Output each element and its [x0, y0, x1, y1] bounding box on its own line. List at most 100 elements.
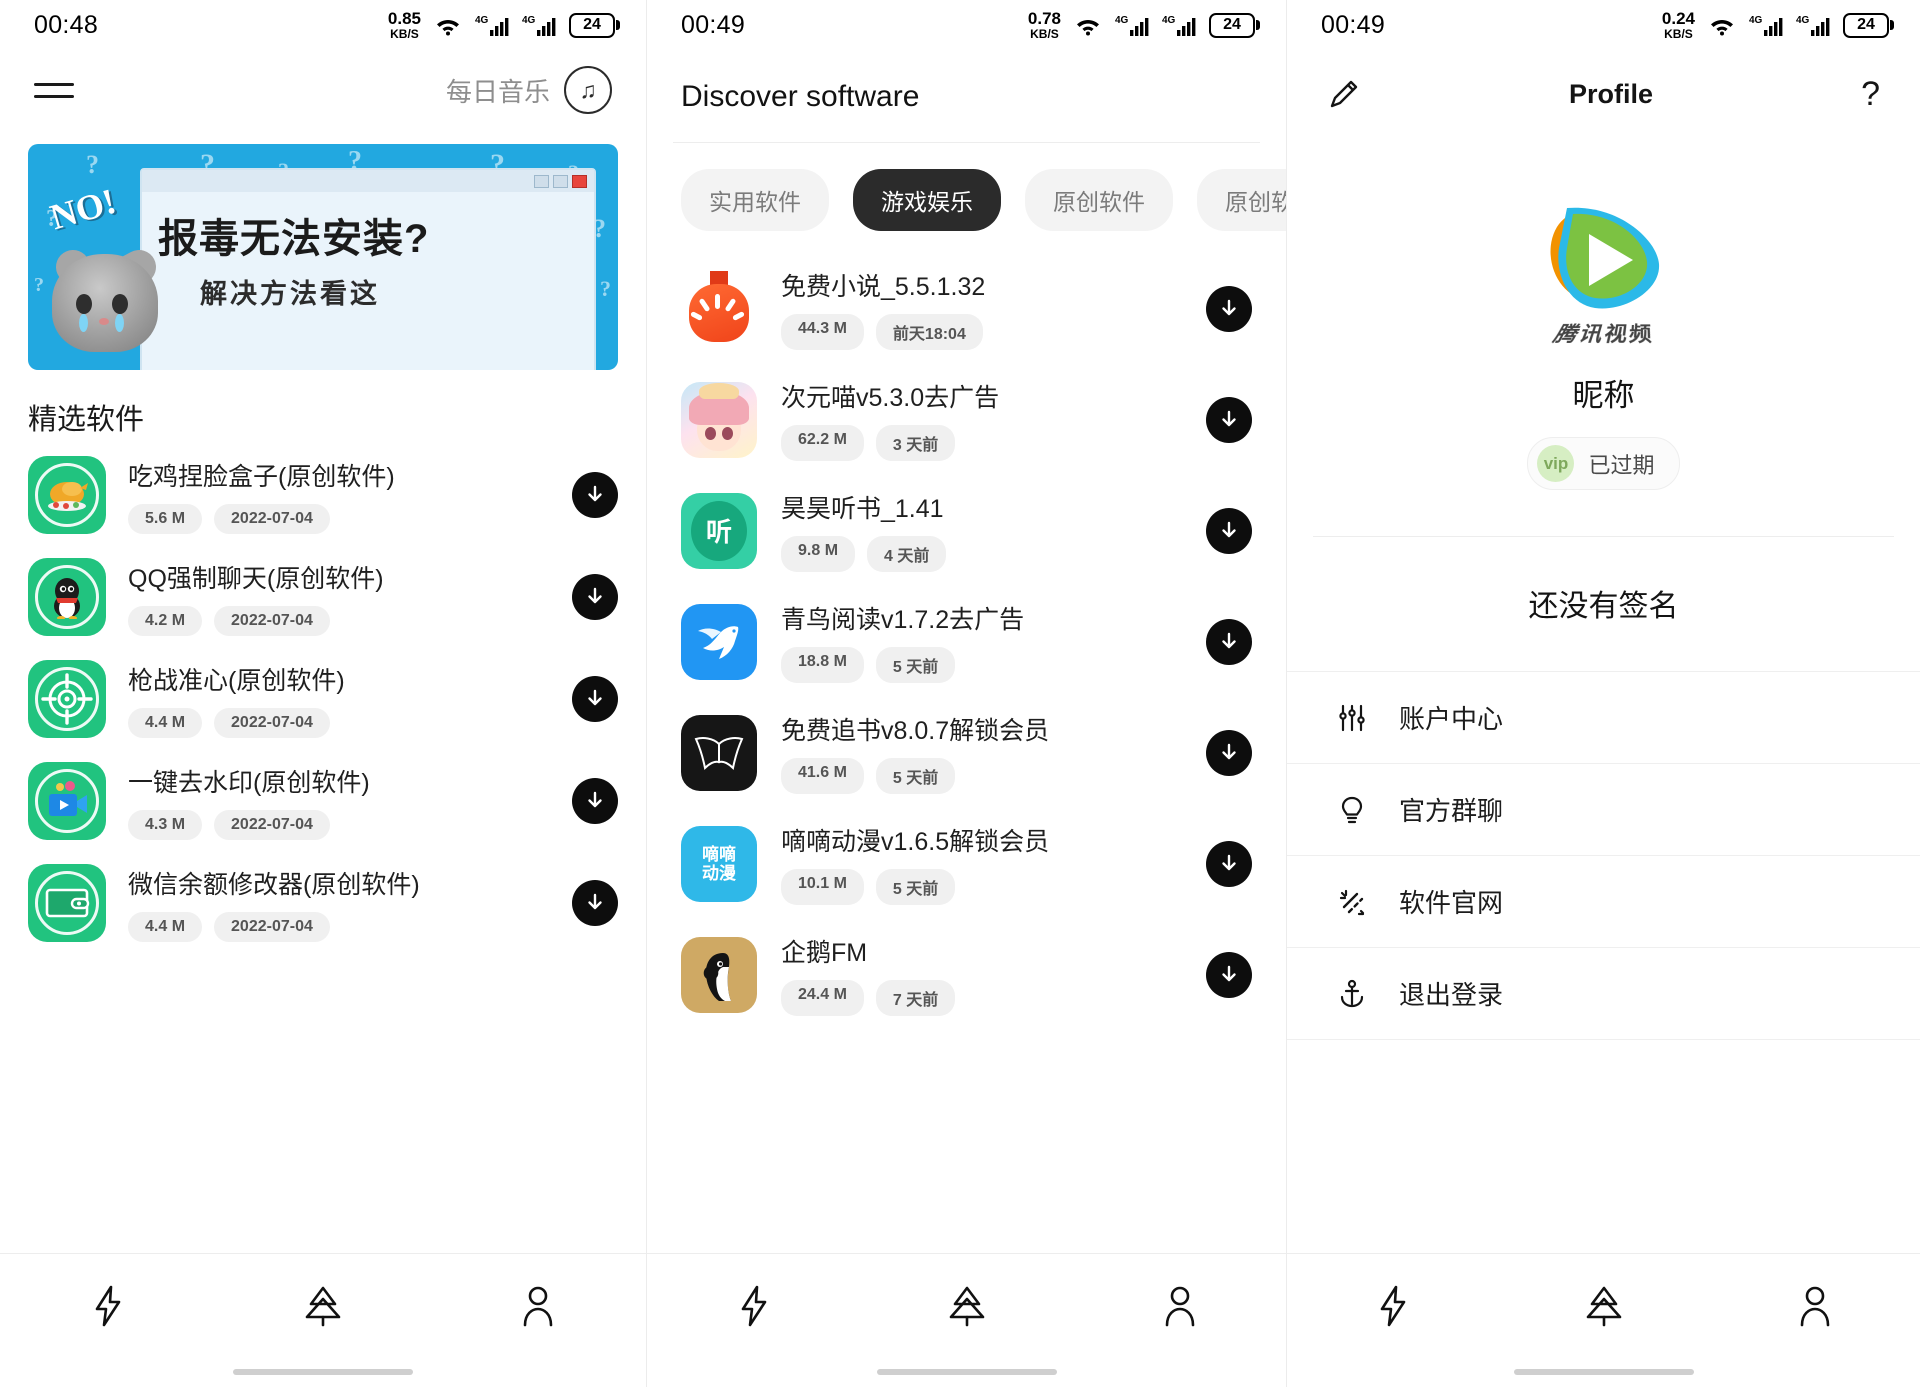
download-arrow-icon[interactable]: [572, 574, 618, 620]
hamburger-icon[interactable]: [34, 76, 74, 104]
page-title: Profile: [1569, 78, 1654, 109]
network-speed: 0.78 KB/S: [1028, 10, 1061, 40]
lightning-bolt-icon[interactable]: [73, 1271, 143, 1341]
music-note-icon[interactable]: ♫: [564, 66, 612, 114]
list-item[interactable]: 次元喵v5.3.0去广告 62.2 M 3 天前: [647, 364, 1286, 475]
listen-book-icon: 听: [681, 492, 757, 569]
list-item[interactable]: 一键去水印(原创软件) 4.3 M 2022-07-04: [0, 750, 646, 852]
list-item[interactable]: QQ强制聊天(原创软件) 4.2 M 2022-07-04: [0, 546, 646, 648]
featured-app-list[interactable]: 吃鸡捏脸盒子(原创软件) 5.6 M 2022-07-04 QQ强制聊天(原创软…: [0, 444, 646, 1253]
status-icons: 0.24 KB/S 4G 4G 24: [1662, 10, 1894, 40]
download-arrow-icon[interactable]: [1206, 285, 1252, 332]
status-icons: 0.85 KB/S 4G 4G 24: [388, 10, 620, 40]
pine-tree-icon[interactable]: [932, 1271, 1002, 1341]
menu-item-logout[interactable]: 退出登录: [1287, 947, 1920, 1039]
speed-unit: KB/S: [1664, 27, 1693, 41]
tab-original-software-1[interactable]: 原创软件: [1025, 169, 1173, 231]
penguin-fm-icon: [681, 936, 757, 1013]
speed-value: 0.24: [1661, 9, 1695, 28]
list-item[interactable]: 吃鸡捏脸盒子(原创软件) 5.6 M 2022-07-04: [0, 444, 646, 546]
app-name: 微信余额修改器(原创软件): [128, 870, 420, 899]
app-size: 62.2 M: [781, 425, 864, 461]
download-arrow-icon[interactable]: [1206, 951, 1252, 998]
profile-menu[interactable]: 账户中心 官方群聊 软件官网 退出登录: [1287, 671, 1920, 1040]
list-item[interactable]: 免费追书v8.0.7解锁会员 41.6 M 5 天前: [647, 697, 1286, 808]
status-icons: 0.78 KB/S 4G 4G 24: [1028, 10, 1260, 40]
vip-status-text: 已过期: [1588, 452, 1655, 478]
tab-utility-software[interactable]: 实用软件: [681, 169, 829, 231]
tencent-video-logo[interactable]: [1529, 190, 1679, 326]
question-mark-icon[interactable]: ?: [1861, 75, 1880, 114]
signature-text[interactable]: 还没有签名: [1287, 537, 1920, 671]
tab-original-software-2[interactable]: 原创软件: [1197, 169, 1286, 231]
banner-headline: 报毒无法安装?: [158, 217, 430, 261]
category-tabs[interactable]: 实用软件 游戏娱乐 原创软件 原创软件: [647, 143, 1286, 253]
status-time: 00:49: [681, 10, 746, 39]
pencil-icon[interactable]: [1327, 77, 1361, 111]
bottom-navigation[interactable]: [0, 1253, 646, 1357]
download-arrow-icon[interactable]: [1206, 618, 1252, 665]
menu-item-label: 软件官网: [1399, 888, 1504, 918]
profile-header: Profile ?: [1287, 50, 1920, 138]
app-date: 前天18:04: [875, 314, 983, 350]
app-date: 2022-07-04: [214, 503, 330, 534]
music-entry[interactable]: 每日音乐 ♫: [446, 66, 612, 114]
promo-banner[interactable]: ? ? ? ? ? ? ? ? ? ? ? ? ?: [28, 144, 618, 370]
menu-item-official-group-chat[interactable]: 官方群聊: [1287, 763, 1920, 855]
list-item[interactable]: 枪战准心(原创软件) 4.4 M 2022-07-04: [0, 648, 646, 750]
wifi-icon: [1074, 14, 1102, 36]
tab-games-entertainment[interactable]: 游戏娱乐: [853, 169, 1001, 231]
discover-app-list[interactable]: 免费小说_5.5.1.32 44.3 M 前天18:04 次元喵v5.3.0去广…: [647, 253, 1286, 1253]
crying-cat-image: [46, 224, 164, 352]
app-name: 免费追书v8.0.7解锁会员: [781, 717, 1050, 745]
app-size: 4.4 M: [128, 911, 203, 942]
list-item[interactable]: 青鸟阅读v1.7.2去广告 18.8 M 5 天前: [647, 586, 1286, 697]
app-size: 41.6 M: [781, 758, 864, 794]
home-header: 每日音乐 ♫: [0, 50, 646, 130]
app-name: 次元喵v5.3.0去广告: [781, 384, 1000, 412]
avatar-brand-text: 腾讯视频: [1550, 322, 1657, 347]
download-arrow-icon[interactable]: [572, 778, 618, 824]
chicken-icon: [28, 456, 106, 534]
app-date: 2022-07-04: [214, 707, 330, 738]
app-date: 2022-07-04: [214, 911, 330, 942]
person-icon[interactable]: [1780, 1271, 1850, 1341]
person-icon[interactable]: [1145, 1271, 1215, 1341]
app-date: 5 天前: [875, 758, 956, 794]
download-arrow-icon[interactable]: [572, 880, 618, 926]
app-date: 5 天前: [875, 647, 956, 683]
download-arrow-icon[interactable]: [572, 676, 618, 722]
app-name: 青鸟阅读v1.7.2去广告: [781, 606, 1025, 634]
list-item[interactable]: 企鹅FM 24.4 M 7 天前: [647, 919, 1286, 1030]
menu-item-label: 退出登录: [1399, 980, 1504, 1010]
status-bar: 00:48 0.85 KB/S 4G 4G 24: [0, 0, 646, 50]
download-arrow-icon[interactable]: [572, 472, 618, 518]
lightning-bolt-icon[interactable]: [1358, 1271, 1428, 1341]
pine-tree-icon[interactable]: [288, 1271, 358, 1341]
list-item[interactable]: 嘀嘀 动漫 嘀嘀动漫v1.6.5解锁会员 10.1 M 5 天前: [647, 808, 1286, 919]
download-arrow-icon[interactable]: [1206, 396, 1252, 443]
svg-text:4G: 4G: [522, 15, 536, 26]
app-date: 4 天前: [867, 536, 947, 572]
app-name: QQ强制聊天(原创软件): [128, 564, 384, 593]
bottom-navigation[interactable]: [1287, 1253, 1920, 1357]
app-date: 2022-07-04: [214, 605, 330, 636]
status-time: 00:49: [1321, 10, 1386, 39]
status-badge[interactable]: vip 已过期: [1527, 437, 1680, 490]
download-arrow-icon[interactable]: [1206, 507, 1252, 554]
network-speed: 0.24 KB/S: [1662, 10, 1695, 40]
download-arrow-icon[interactable]: [1206, 729, 1252, 776]
list-item[interactable]: 听 昊昊听书_1.41 9.8 M 4 天前: [647, 475, 1286, 586]
lightning-bolt-icon[interactable]: [719, 1271, 789, 1341]
svg-text:4G: 4G: [1162, 15, 1176, 26]
menu-item-account-center[interactable]: 账户中心: [1287, 671, 1920, 763]
screen-discover: 00:49 0.78 KB/S 4G 4G 24 Discover softwa…: [646, 0, 1286, 1387]
download-arrow-icon[interactable]: [1206, 840, 1252, 887]
menu-item-official-website[interactable]: 软件官网: [1287, 855, 1920, 947]
signal-4g-2: 4G: [522, 13, 556, 37]
list-item[interactable]: 微信余额修改器(原创软件) 4.4 M 2022-07-04: [0, 852, 646, 954]
list-item[interactable]: 免费小说_5.5.1.32 44.3 M 前天18:04: [647, 253, 1286, 364]
pine-tree-icon[interactable]: [1569, 1271, 1639, 1341]
person-icon[interactable]: [503, 1271, 573, 1341]
bottom-navigation[interactable]: [647, 1253, 1286, 1357]
